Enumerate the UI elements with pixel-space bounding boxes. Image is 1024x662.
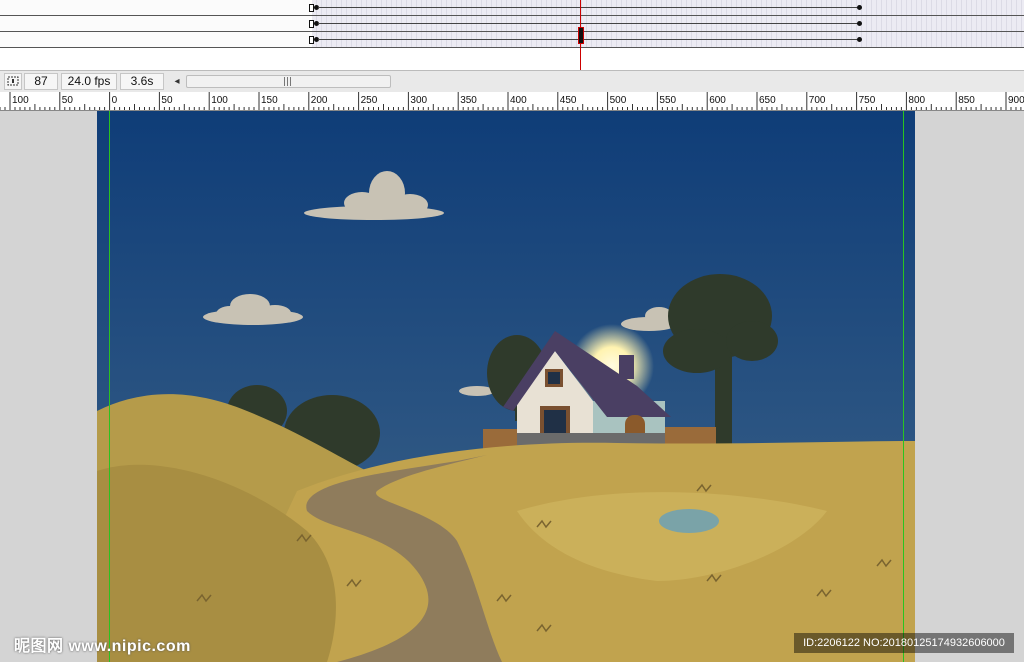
scene-illustration	[97, 111, 915, 662]
ruler-label: 650	[759, 95, 776, 106]
keyframe-end-icon[interactable]	[857, 21, 862, 26]
ruler-label: 50	[161, 95, 173, 106]
ruler-label: 400	[510, 95, 527, 106]
ruler-label: 50	[62, 95, 74, 106]
ruler-ticks: 100 50 0 50 100 150 200 250 300 350 400 450 500 550 60…	[0, 92, 1024, 110]
watermark-id: ID:2206122 NO:20180125174932606000	[794, 633, 1014, 653]
keyframe-end-icon[interactable]	[857, 37, 862, 42]
motion-tween-arrow	[318, 7, 858, 8]
ruler-label: 100	[12, 95, 29, 106]
current-frame-field[interactable]: 87	[24, 73, 58, 90]
ruler-label: 0	[112, 95, 118, 106]
stage-canvas[interactable]	[97, 111, 915, 662]
ruler-label: 250	[361, 95, 378, 106]
timeline-status-bar: 87 24.0 fps 3.6s ◂	[0, 70, 1024, 92]
ruler-label: 150	[261, 95, 278, 106]
rock	[659, 509, 719, 533]
scrollbar-grip-icon[interactable]	[284, 77, 293, 86]
timeline-panel	[0, 0, 1024, 72]
layer-name-cell[interactable]	[0, 16, 310, 31]
watermark-logo: 昵图网 www.nipic.com	[14, 638, 191, 655]
ruler-label: 700	[809, 95, 826, 106]
ruler-label: 500	[610, 95, 627, 106]
motion-tween-arrow	[318, 23, 858, 24]
timeline-horizontal-scrollbar[interactable]	[186, 75, 391, 88]
ruler-label: 750	[859, 95, 876, 106]
ruler-label: 350	[460, 95, 477, 106]
layer-name-cell[interactable]	[0, 32, 310, 47]
keyframe-end-icon[interactable]	[857, 5, 862, 10]
ruler-label: 550	[659, 95, 676, 106]
center-frame-icon[interactable]	[4, 73, 22, 90]
ruler-label: 900	[1008, 95, 1024, 106]
stage-ruler: 100 50 0 50 100 150 200 250 300 350 400 450 500 550 60…	[0, 92, 1024, 111]
ruler-label: 600	[709, 95, 726, 106]
frame-rate-field[interactable]: 24.0 fps	[61, 73, 117, 90]
ruler-label: 850	[958, 95, 975, 106]
ruler-label: 100	[211, 95, 228, 106]
ruler-label: 800	[908, 95, 925, 106]
timeline-layer-3[interactable]	[0, 32, 1024, 48]
elapsed-time-field: 3.6s	[120, 73, 164, 90]
flash-editor-window: 87 24.0 fps 3.6s ◂ 100 50 0 50 100 150 200 250 3…	[0, 0, 1024, 662]
stage-guide-right[interactable]	[903, 111, 904, 662]
motion-tween-arrow	[318, 39, 858, 40]
ruler-label: 300	[410, 95, 427, 106]
timeline-layer-2[interactable]	[0, 16, 1024, 32]
ruler-label: 450	[560, 95, 577, 106]
stage-guide-left[interactable]	[109, 111, 110, 662]
timeline-layer-1[interactable]	[0, 0, 1024, 16]
ruler-label: 200	[311, 95, 328, 106]
layer-name-cell[interactable]	[0, 0, 310, 15]
playhead-handle[interactable]	[578, 27, 584, 44]
scroll-left-arrow-icon[interactable]: ◂	[170, 73, 184, 90]
